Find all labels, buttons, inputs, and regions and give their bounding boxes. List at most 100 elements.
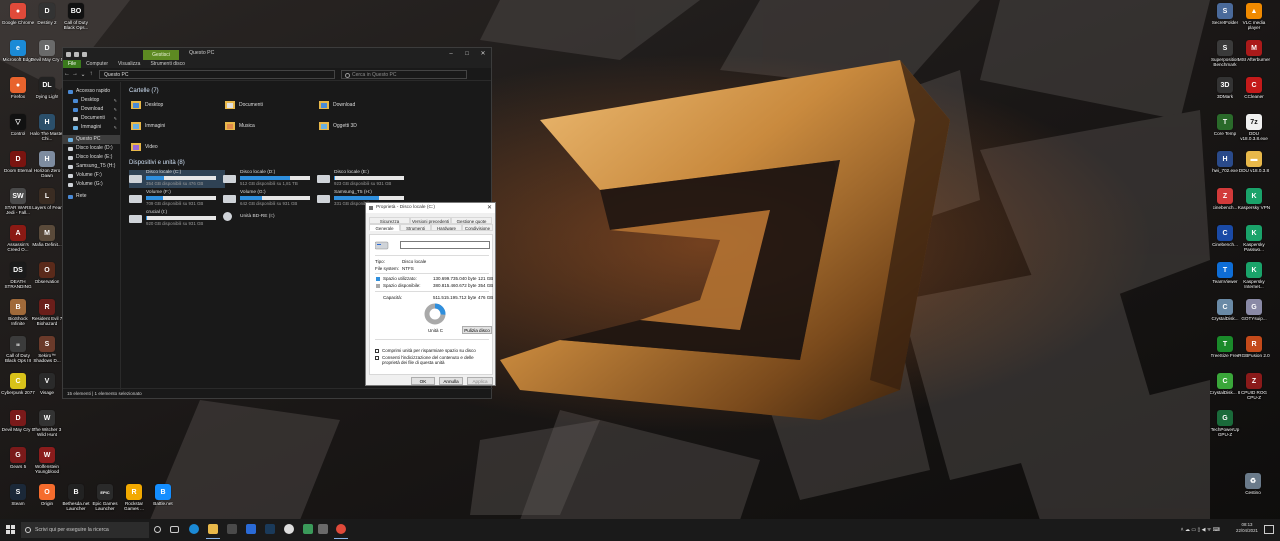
- drive-name-input[interactable]: [400, 241, 490, 249]
- desktop-shortcut[interactable]: H Horizon Zero Dawn: [30, 151, 64, 188]
- desktop-shortcut[interactable]: R Resident Evil 7 Biohazard: [30, 299, 64, 336]
- ribbon-tab-view[interactable]: Visualizza: [113, 60, 145, 68]
- desktop-shortcut[interactable]: Z CPUID ROG CPU-Z: [1237, 373, 1271, 410]
- tab-hardware[interactable]: Hardware: [431, 224, 462, 231]
- drive-crucial-i[interactable]: crucial (I:) 920 GB disponibili su 931 GB: [129, 210, 225, 228]
- nav-item-immagini[interactable]: Immagini ✎: [63, 123, 120, 132]
- ribbon-tab-computer[interactable]: Computer: [81, 60, 113, 68]
- nav-item-questo-pc[interactable]: Questo PC: [63, 135, 120, 144]
- nav-item-volume-g[interactable]: Volume (G:): [63, 180, 120, 189]
- quick-access-icon[interactable]: [66, 51, 71, 57]
- close-icon[interactable]: ✕: [487, 203, 492, 213]
- dialog-title[interactable]: Proprietà - Disco locale (C:) ✕: [366, 203, 495, 213]
- desktop-shortcut[interactable]: ♻ Cestino: [1236, 472, 1270, 510]
- desktop-shortcut[interactable]: B Battle.net: [146, 484, 180, 521]
- compress-checkbox[interactable]: [375, 349, 379, 353]
- drives-header[interactable]: Dispositivi e unità (8): [129, 160, 185, 166]
- desktop-shortcut[interactable]: ▬ DDU v18.0.3.8: [1237, 151, 1271, 188]
- nav-item-disco-locale-e[interactable]: Disco locale (E:): [63, 153, 120, 162]
- apply-button[interactable]: Applica: [467, 377, 493, 385]
- desktop-shortcut[interactable]: C CCleaner: [1237, 77, 1271, 114]
- tab-sharing[interactable]: Condivisione: [462, 224, 493, 231]
- folder-documenti[interactable]: Documenti: [225, 100, 263, 109]
- file-explorer-taskbar-icon[interactable]: [206, 524, 220, 539]
- windows-start-icon[interactable]: [6, 525, 15, 534]
- folder-desktop[interactable]: Desktop: [131, 100, 163, 109]
- chrome-taskbar-icon[interactable]: [334, 524, 348, 539]
- folder-video[interactable]: Video: [131, 142, 158, 151]
- folder-musica[interactable]: Musica: [225, 121, 255, 130]
- cancel-button[interactable]: Annulla: [439, 377, 463, 385]
- ribbon-tab-disk-tools[interactable]: Strumenti disco: [145, 60, 189, 68]
- ok-button[interactable]: OK: [411, 377, 435, 385]
- task-view-icon[interactable]: [170, 526, 179, 533]
- desktop-shortcut[interactable]: G TechPowerUp GPU-Z: [1208, 410, 1242, 447]
- desktop-shortcut[interactable]: R RGBFusion 2.0: [1237, 336, 1271, 373]
- tab-quota[interactable]: Gestione quote: [451, 217, 492, 224]
- clock[interactable]: 08:13 22/04/2021: [1236, 522, 1258, 534]
- desktop-shortcut[interactable]: 7z DDU v18.0.3.8.exe: [1237, 114, 1271, 151]
- desktop-shortcut[interactable]: S Sekiro™ Shadows D...: [30, 336, 64, 373]
- edge-taskbar-icon[interactable]: [189, 524, 199, 534]
- taskbar-search-input[interactable]: Scrivi qui per eseguire la ricerca: [21, 522, 149, 538]
- tab-tools[interactable]: Strumenti: [400, 224, 431, 231]
- nav-item-download[interactable]: Download ✎: [63, 105, 120, 114]
- tab-general[interactable]: Generale: [369, 224, 400, 231]
- settings-taskbar-icon[interactable]: [284, 524, 294, 534]
- disk-cleanup-button[interactable]: Pulizia disco: [462, 326, 492, 334]
- nav-item-desktop[interactable]: Desktop ✎: [63, 96, 120, 105]
- desktop-shortcut[interactable]: W Wolfenstein Youngblood: [30, 447, 64, 484]
- drive-disco-locale-d[interactable]: Disco locale (D:) 512 GB disponibili su 1…: [223, 170, 319, 188]
- nav-item-documenti[interactable]: Documenti ✎: [63, 114, 120, 123]
- folder-oggetti-3d[interactable]: Oggetti 3D: [319, 121, 357, 130]
- back-arrow-icon[interactable]: ←: [63, 71, 71, 77]
- folders-header[interactable]: Cartelle (7): [129, 88, 159, 94]
- notification-icon[interactable]: [1264, 525, 1274, 534]
- desktop-shortcut[interactable]: D Devil May Cry 5: [30, 40, 64, 77]
- nav-item-accesso-rapido[interactable]: Accesso rapido: [63, 87, 120, 96]
- desktop-shortcut[interactable]: ▲ VLC media player: [1237, 3, 1271, 40]
- address-bar[interactable]: Questo PC: [99, 69, 335, 79]
- desktop-shortcut[interactable]: G GOTYsuip...: [1237, 299, 1271, 336]
- mail-taskbar-icon[interactable]: [246, 524, 256, 534]
- store-taskbar-icon[interactable]: [227, 524, 237, 534]
- ribbon-context-tab[interactable]: Gestisci: [143, 50, 179, 60]
- desktop-shortcut[interactable]: H Halo The Master Chi...: [30, 114, 64, 151]
- up-arrow-icon[interactable]: ↑: [87, 71, 95, 77]
- close-button[interactable]: ✕: [475, 48, 491, 60]
- forward-arrow-icon[interactable]: →: [71, 71, 79, 77]
- search-input[interactable]: Cerca in Questo PC: [341, 69, 467, 79]
- nav-item-rete[interactable]: Rete: [63, 192, 120, 201]
- desktop-shortcut[interactable]: O Observation: [30, 262, 64, 299]
- tab-security[interactable]: Sicurezza: [369, 217, 410, 224]
- tab-previous-versions[interactable]: Versioni precedenti: [410, 217, 451, 224]
- desktop-shortcut[interactable]: BO Call of Duty Black Ops...: [59, 3, 93, 40]
- folder-immagini[interactable]: Immagini: [131, 121, 165, 130]
- system-tray[interactable]: ˄ ☁ ▭ ▯ ◀ ᯤ ⌨: [1181, 527, 1220, 533]
- desktop-shortcut[interactable]: M MSI Afterburner: [1237, 40, 1271, 77]
- minimize-button[interactable]: –: [443, 48, 459, 60]
- steam-taskbar-icon[interactable]: [265, 524, 275, 534]
- chevron-down-icon[interactable]: ⌄: [79, 71, 87, 78]
- nav-item-volume-f[interactable]: Volume (F:): [63, 171, 120, 180]
- nav-item-disco-locale-d[interactable]: Disco locale (D:): [63, 144, 120, 153]
- nav-item-samsung-t5-h[interactable]: Samsung_T5 (H:): [63, 162, 120, 171]
- drive-volume-f[interactable]: Volume (F:) 709 GB disponibili su 931 GB: [129, 190, 225, 208]
- app2-taskbar-icon[interactable]: [318, 524, 328, 534]
- maximize-button[interactable]: □: [459, 48, 475, 60]
- desktop-shortcut[interactable]: K Kaspersky Passwo...: [1237, 225, 1271, 262]
- new-folder-icon[interactable]: [82, 51, 87, 57]
- explorer-titlebar[interactable]: Gestisci Questo PC – □ ✕: [63, 48, 491, 60]
- drive-disco-locale-c[interactable]: Disco locale (C:) 354 GB disponibili su 4…: [129, 170, 225, 188]
- desktop-shortcut[interactable]: V Visage: [30, 373, 64, 410]
- ribbon-tab-file[interactable]: File: [63, 60, 82, 68]
- desktop-shortcut[interactable]: M Mafia Definit...: [30, 225, 64, 262]
- desktop-shortcut[interactable]: DL Dying Light: [30, 77, 64, 114]
- indexing-checkbox[interactable]: [375, 356, 379, 360]
- properties-icon[interactable]: [74, 51, 79, 57]
- desktop-shortcut[interactable]: K Kaspersky Internet...: [1237, 262, 1271, 299]
- drive-disco-locale-e[interactable]: Disco locale (E:) 923 GB disponibili su 9…: [317, 170, 413, 188]
- folder-download[interactable]: Download: [319, 100, 355, 109]
- drive-volume-g[interactable]: Volume (G:) 642 GB disponibili su 931 GB: [223, 190, 319, 208]
- desktop-shortcut[interactable]: L Layers of Fear: [30, 188, 64, 225]
